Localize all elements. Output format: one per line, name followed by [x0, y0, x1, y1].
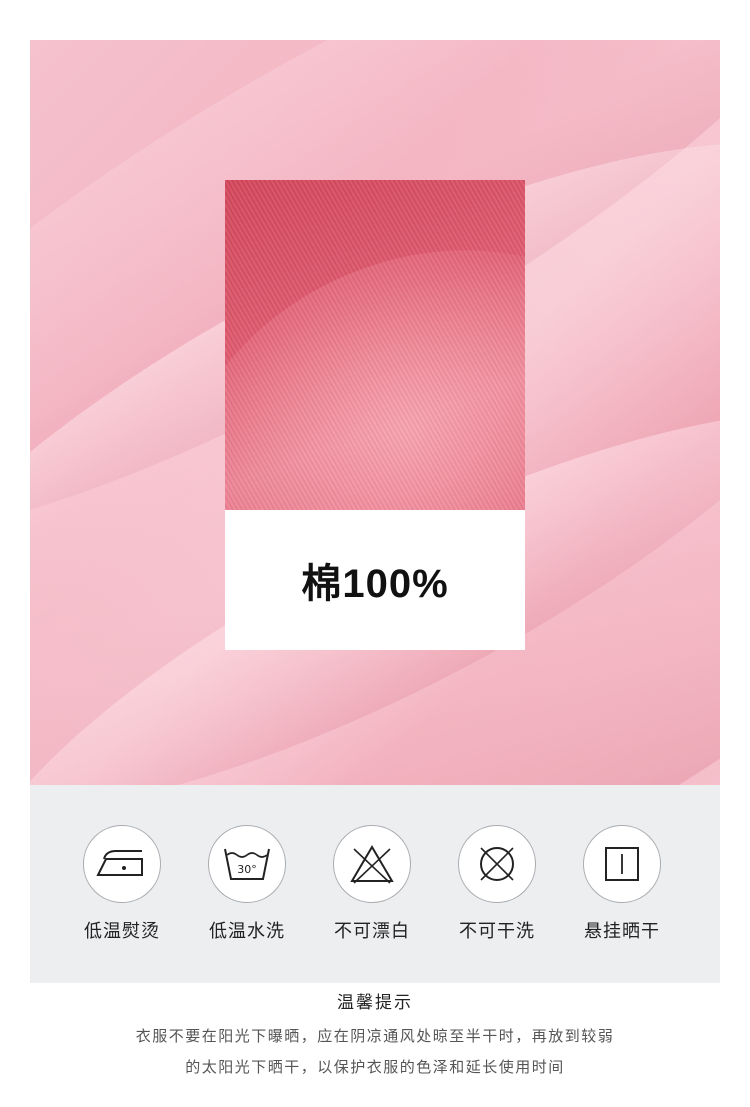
low-temp-iron-icon	[83, 825, 161, 903]
fabric-photo: 棉100%	[30, 40, 720, 785]
care-item-bleach: 不可漂白	[317, 825, 427, 943]
care-instructions-panel: 低温熨烫 30° 低温水洗 不可漂白 不可干洗 悬挂晒干	[30, 785, 720, 983]
care-label: 不可干洗	[459, 921, 535, 942]
care-label: 悬挂晒干	[584, 921, 660, 942]
wash-temp: 30°	[237, 863, 257, 876]
wash-30-icon: 30°	[208, 825, 286, 903]
material-label-box: 棉100%	[225, 510, 525, 650]
no-dry-clean-icon	[458, 825, 536, 903]
care-label: 不可漂白	[334, 921, 410, 942]
care-label: 低温水洗	[209, 921, 285, 942]
care-item-wash: 30° 低温水洗	[192, 825, 302, 943]
fabric-closeup-swatch	[225, 180, 525, 510]
no-bleach-icon	[333, 825, 411, 903]
hang-dry-icon	[583, 825, 661, 903]
care-item-dry-clean: 不可干洗	[442, 825, 552, 943]
care-item-hang-dry: 悬挂晒干	[567, 825, 677, 943]
care-label: 低温熨烫	[84, 921, 160, 942]
care-notes: 温馨提示 衣服不要在阳光下曝晒，应在阴凉通风处晾至半干时，再放到较弱 的太阳光下…	[0, 988, 750, 1077]
notes-line: 的太阳光下晒干，以保护衣服的色泽和延长使用时间	[185, 1058, 565, 1076]
material-label: 棉100%	[301, 562, 449, 606]
care-item-iron: 低温熨烫	[67, 825, 177, 943]
notes-line: 衣服不要在阳光下曝晒，应在阴凉通风处晾至半干时，再放到较弱	[135, 1027, 615, 1045]
notes-title: 温馨提示	[337, 993, 413, 1013]
